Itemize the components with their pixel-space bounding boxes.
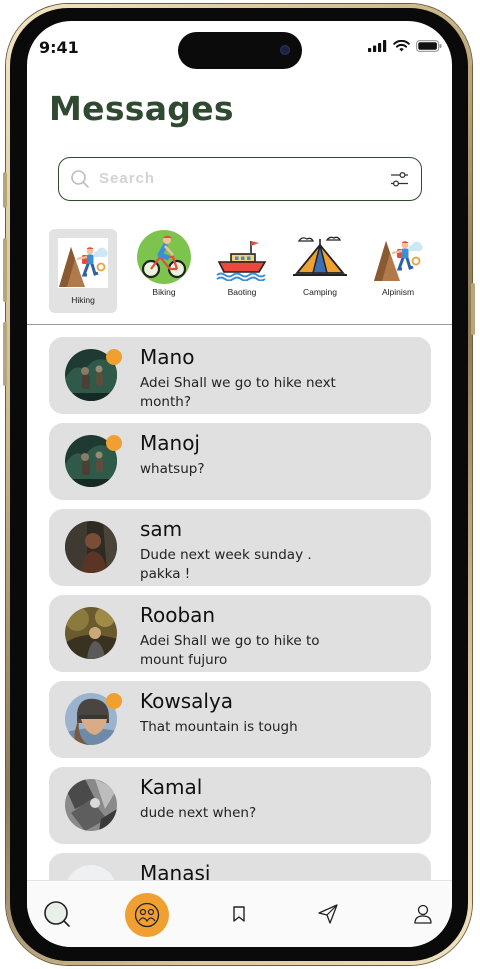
power-button	[471, 283, 475, 335]
category-camping[interactable]: Camping	[286, 229, 354, 313]
wifi-icon	[393, 40, 410, 52]
climbing-icon	[373, 232, 423, 282]
search-bar[interactable]	[58, 157, 422, 201]
biking-icon	[137, 230, 191, 284]
category-alpinism[interactable]: Alpinism	[364, 229, 432, 313]
message-item-mano[interactable]: Mano Adei Shall we go to hike next month…	[49, 337, 431, 414]
category-boating[interactable]: Baoting	[208, 229, 276, 313]
message-item-sam[interactable]: sam Dude next week sunday . pakka !	[49, 509, 431, 586]
hiking-icon	[58, 238, 108, 288]
avatar	[65, 779, 117, 831]
filter-sliders-icon[interactable]	[390, 171, 409, 188]
contact-name: Rooban	[140, 603, 216, 627]
message-preview: whatsup?	[140, 461, 205, 477]
bottom-nav	[27, 880, 452, 947]
message-preview: Adei Shall we go to hike to mount fujuro	[140, 633, 320, 668]
battery-icon	[416, 40, 442, 52]
message-item-kamal[interactable]: Kamal dude next when?	[49, 767, 431, 844]
online-status-dot	[106, 693, 122, 709]
nav-community[interactable]	[125, 893, 169, 937]
avatar-photo	[65, 779, 117, 831]
boat-icon	[216, 241, 267, 281]
status-icons	[368, 40, 442, 52]
message-preview: Dude next week sunday . pakka !	[140, 547, 312, 582]
volume-up-button	[3, 238, 7, 302]
category-biking[interactable]: Biking	[130, 229, 198, 313]
online-status-dot	[106, 349, 122, 365]
category-hiking[interactable]: Hiking	[49, 229, 117, 313]
search-icon	[71, 170, 89, 188]
avatar-photo	[65, 521, 117, 573]
contact-name: sam	[140, 517, 183, 541]
dynamic-island	[178, 32, 302, 69]
message-preview: That mountain is tough	[140, 719, 298, 735]
camping-tent-icon	[293, 236, 347, 276]
mute-switch	[3, 172, 7, 208]
search-icon	[44, 901, 70, 927]
signal-icon	[368, 40, 387, 52]
nav-send[interactable]	[315, 881, 341, 947]
profile-icon	[414, 904, 432, 924]
avatar	[65, 521, 117, 573]
divider	[27, 324, 452, 325]
volume-down-button	[3, 322, 7, 386]
category-label: Baoting	[227, 287, 257, 297]
nav-profile[interactable]	[411, 881, 435, 947]
nav-search[interactable]	[39, 881, 75, 947]
nav-bookmarks[interactable]	[227, 881, 251, 947]
contact-name: Manoj	[140, 431, 200, 455]
avatar-photo	[65, 607, 117, 659]
search-input[interactable]	[97, 169, 361, 188]
contact-name: Mano	[140, 345, 195, 369]
bookmark-icon	[233, 906, 245, 922]
contact-name: Kowsalya	[140, 689, 234, 713]
message-item-kowsalya[interactable]: Kowsalya That mountain is tough	[49, 681, 431, 758]
online-status-dot	[106, 435, 122, 451]
message-item-rooban[interactable]: Rooban Adei Shall we go to hike to mount…	[49, 595, 431, 672]
status-time: 9:41	[39, 38, 79, 57]
message-preview: dude next when?	[140, 805, 257, 821]
category-label: Biking	[152, 287, 176, 297]
community-icon	[134, 902, 160, 928]
send-icon	[318, 904, 338, 924]
camera-icon	[280, 45, 290, 55]
category-label: Camping	[302, 287, 338, 297]
message-preview: Adei Shall we go to hike next month?	[140, 375, 336, 410]
category-strip: Hiking Biking Baoting Camping Alpinism	[49, 229, 452, 315]
message-item-manoj[interactable]: Manoj whatsup?	[49, 423, 431, 500]
page-title: Messages	[49, 89, 234, 128]
category-label: Hiking	[71, 295, 95, 305]
app-screen: 9:41 Messages Search Hiking Biking Baoti…	[27, 21, 452, 947]
category-label: Alpinism	[381, 287, 415, 297]
avatar	[65, 607, 117, 659]
contact-name: Kamal	[140, 775, 203, 799]
